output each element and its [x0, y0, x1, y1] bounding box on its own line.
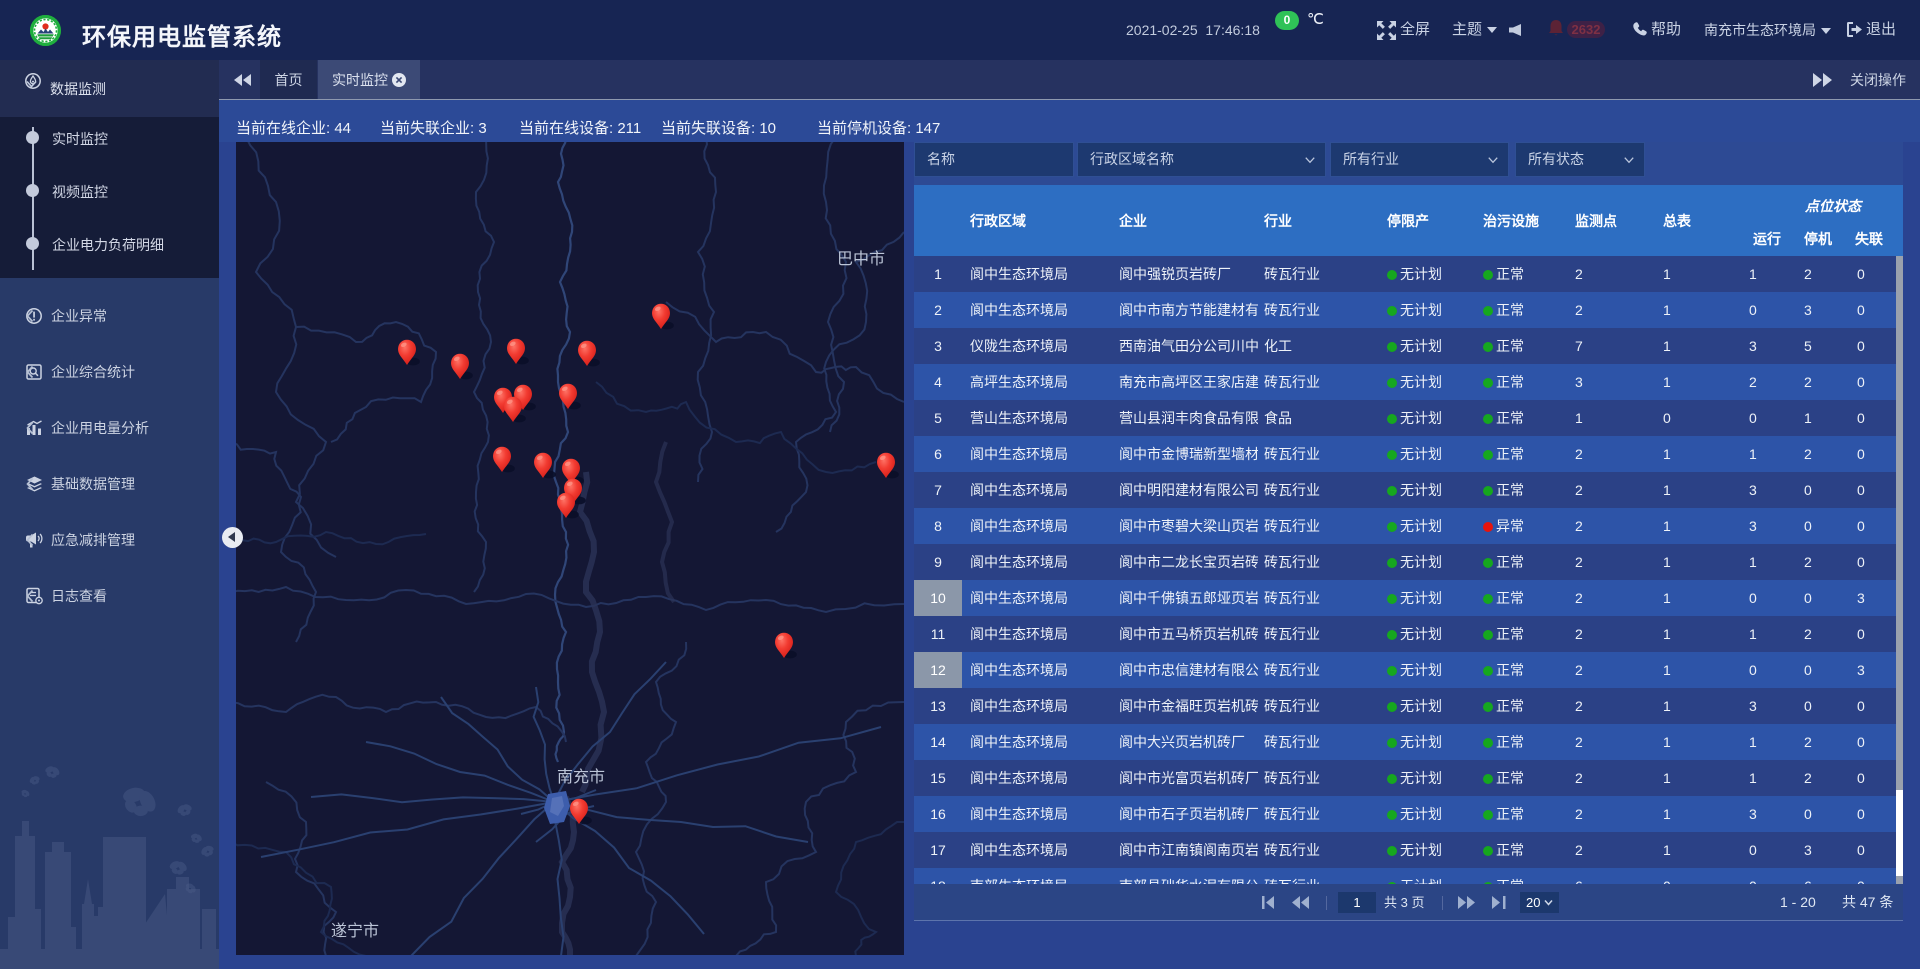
svg-text:巴中市: 巴中市 [837, 250, 885, 268]
svg-text:南充市: 南充市 [557, 768, 605, 786]
svg-text:遂宁市: 遂宁市 [331, 922, 379, 940]
